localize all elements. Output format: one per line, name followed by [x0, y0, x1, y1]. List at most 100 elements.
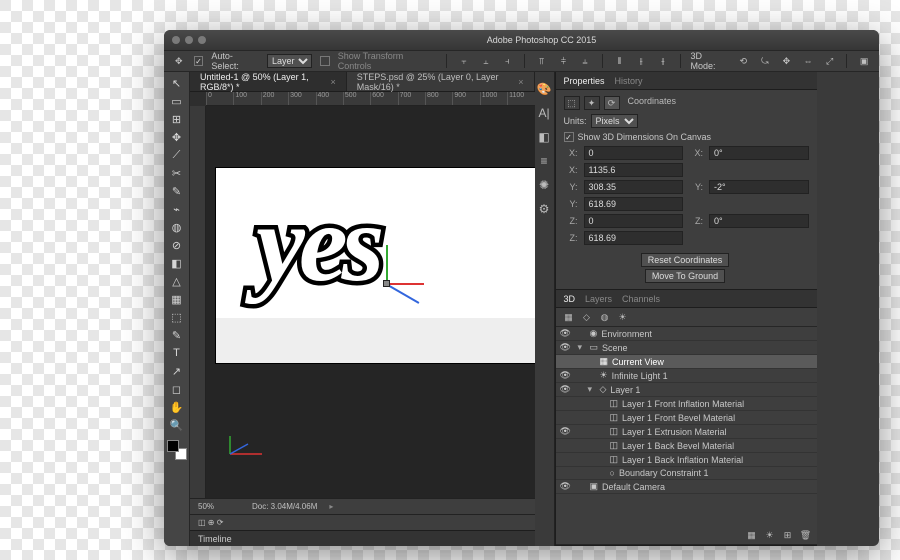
minimize-icon[interactable]: [185, 36, 193, 44]
3d-item[interactable]: ◫Layer 1 Back Inflation Material: [556, 453, 817, 467]
3d-roll-icon[interactable]: ⤿: [758, 54, 772, 68]
tool-11[interactable]: △: [166, 272, 188, 290]
tool-0[interactable]: ↖: [166, 74, 188, 92]
tool-5[interactable]: ✂: [166, 164, 188, 182]
auto-select-mode[interactable]: Layer: [267, 54, 312, 68]
artboard[interactable]: yes: [216, 168, 535, 363]
3d-item[interactable]: ◫Layer 1 Front Bevel Material: [556, 411, 817, 425]
visibility-icon[interactable]: 👁: [560, 481, 570, 492]
3d-panel-render-icon[interactable]: ▦: [745, 528, 759, 542]
show-3d-dims-checkbox[interactable]: [564, 132, 574, 142]
3d-item[interactable]: 👁◫Layer 1 Extrusion Material: [556, 425, 817, 439]
document-tab[interactable]: STEPS.psd @ 25% (Layer 0, Layer Mask/16)…: [347, 72, 535, 91]
filter-light-icon[interactable]: ☀: [616, 310, 630, 324]
timeline-panel[interactable]: Timeline: [190, 530, 535, 546]
align-hcenter-icon[interactable]: ⫠: [479, 54, 493, 68]
3d-pan-icon[interactable]: ✥: [780, 54, 794, 68]
3d-item[interactable]: ○Boundary Constraint 1: [556, 467, 817, 480]
collapsed-panel-2[interactable]: ◧: [538, 130, 549, 144]
tool-13[interactable]: ⬚: [166, 308, 188, 326]
tab-history[interactable]: History: [615, 76, 643, 86]
3d-panel-add-icon[interactable]: ⊞: [781, 528, 795, 542]
reset-coordinates-button[interactable]: Reset Coordinates: [641, 253, 730, 267]
3d-item[interactable]: 👁▾▭Scene: [556, 341, 817, 355]
tool-19[interactable]: 🔍: [166, 416, 188, 434]
align-top-icon[interactable]: ⫪: [535, 54, 549, 68]
tab-3d[interactable]: 3D: [564, 294, 576, 304]
tool-18[interactable]: ✋: [166, 398, 188, 416]
distribute-c-icon[interactable]: ⫳: [656, 54, 670, 68]
filter-mesh-icon[interactable]: ◇: [580, 310, 594, 324]
twisty-icon[interactable]: ▾: [588, 384, 596, 395]
close-tab-icon[interactable]: ×: [518, 77, 523, 87]
distribute-a-icon[interactable]: ⫴: [613, 54, 627, 68]
window-controls[interactable]: [172, 36, 206, 44]
3d-item[interactable]: 👁▣Default Camera: [556, 480, 817, 494]
axis-origin-icon[interactable]: [383, 280, 390, 287]
prop-coords-icon[interactable]: ⟳: [604, 96, 620, 110]
3d-item[interactable]: ◫Layer 1 Back Bevel Material: [556, 439, 817, 453]
3d-item[interactable]: ◫Layer 1 Front Inflation Material: [556, 397, 817, 411]
axis-x-icon[interactable]: [386, 283, 424, 285]
3d-item[interactable]: ▦Current View: [556, 355, 817, 369]
z-pos-field[interactable]: 0: [584, 214, 684, 228]
collapsed-panel-0[interactable]: 🎨: [537, 82, 552, 96]
tool-7[interactable]: ⌁: [166, 200, 188, 218]
canvas-viewport[interactable]: 010020030040050060070080090010001100 yes: [190, 92, 535, 498]
tool-3[interactable]: ✥: [166, 128, 188, 146]
filter-material-icon[interactable]: ◍: [598, 310, 612, 324]
3d-orbit-icon[interactable]: ⟲: [736, 54, 750, 68]
tool-4[interactable]: ⟋: [166, 146, 188, 164]
visibility-icon[interactable]: 👁: [560, 370, 570, 381]
show-transform-checkbox[interactable]: [320, 56, 330, 66]
3d-item[interactable]: 👁☀Infinite Light 1: [556, 369, 817, 383]
y-pos-field[interactable]: 308.35: [584, 180, 684, 194]
zoom-level[interactable]: 50%: [198, 502, 240, 511]
x-pos-field[interactable]: 0: [584, 146, 684, 160]
visibility-icon[interactable]: 👁: [560, 328, 570, 339]
x-rot-field[interactable]: 0°: [709, 146, 809, 160]
collapsed-panel-5[interactable]: ⚙: [539, 202, 550, 216]
tool-2[interactable]: ⊞: [166, 110, 188, 128]
tool-1[interactable]: ▭: [166, 92, 188, 110]
collapsed-panel-1[interactable]: A|: [538, 106, 549, 120]
3d-item[interactable]: 👁◉Environment: [556, 327, 817, 341]
auto-select-checkbox[interactable]: [194, 56, 204, 66]
prop-mesh-icon[interactable]: ⬚: [564, 96, 580, 110]
z-scale-field[interactable]: 618.69: [584, 231, 684, 245]
move-to-ground-button[interactable]: Move To Ground: [645, 269, 725, 283]
tab-channels[interactable]: Channels: [622, 294, 660, 304]
3d-panel-new-light-icon[interactable]: ☀: [763, 528, 777, 542]
3d-slide-icon[interactable]: ⇔: [801, 54, 815, 68]
y-scale-field[interactable]: 618.69: [584, 197, 684, 211]
3d-panel-trash-icon[interactable]: 🗑: [799, 528, 813, 542]
close-icon[interactable]: [172, 36, 180, 44]
color-swatches[interactable]: [167, 440, 187, 460]
z-rot-field[interactable]: 0°: [709, 214, 809, 228]
tool-17[interactable]: ◻: [166, 380, 188, 398]
distribute-b-icon[interactable]: ⫲: [634, 54, 648, 68]
nav-mode-icons[interactable]: ◫ ⊕ ⟳: [198, 518, 223, 527]
tool-14[interactable]: ✎: [166, 326, 188, 344]
visibility-icon[interactable]: 👁: [560, 342, 570, 353]
3d-extrude-icon[interactable]: ▣: [857, 54, 871, 68]
visibility-icon[interactable]: 👁: [560, 384, 570, 395]
canvas-3d-text[interactable]: yes: [256, 188, 378, 298]
align-vcenter-icon[interactable]: ⫩: [557, 54, 571, 68]
close-tab-icon[interactable]: ×: [330, 77, 335, 87]
prop-deform-icon[interactable]: ✦: [584, 96, 600, 110]
align-left-icon[interactable]: ⫟: [457, 54, 471, 68]
tool-9[interactable]: ⊘: [166, 236, 188, 254]
tab-properties[interactable]: Properties: [564, 76, 605, 86]
units-select[interactable]: Pixels: [591, 114, 638, 128]
3d-scale-icon[interactable]: ⤢: [823, 54, 837, 68]
3d-item[interactable]: 👁▾◇Layer 1: [556, 383, 817, 397]
collapsed-panel-4[interactable]: ✺: [539, 178, 549, 192]
axis-y-icon[interactable]: [386, 245, 388, 283]
tool-16[interactable]: ↗: [166, 362, 188, 380]
axis-z-icon[interactable]: [386, 283, 420, 304]
twisty-icon[interactable]: ▾: [578, 342, 586, 353]
tool-6[interactable]: ✎: [166, 182, 188, 200]
align-right-icon[interactable]: ⫞: [500, 54, 514, 68]
document-tab[interactable]: Untitled-1 @ 50% (Layer 1, RGB/8*) *×: [190, 72, 347, 91]
